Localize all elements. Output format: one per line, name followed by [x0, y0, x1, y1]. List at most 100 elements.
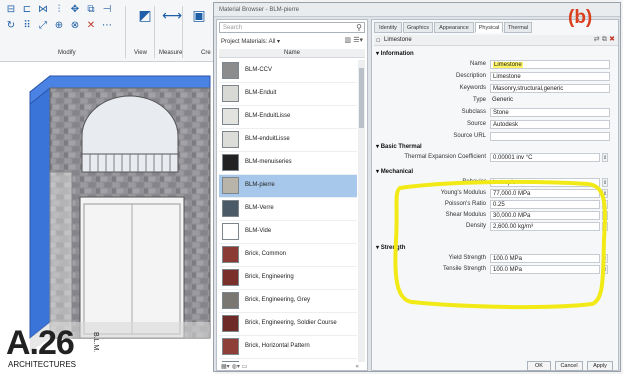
section-heading-text: Basic Thermal: [380, 144, 422, 150]
duplicate-asset-icon[interactable]: ⧉: [602, 35, 607, 43]
property-value: 0.00001 inv °C: [493, 155, 533, 161]
value-stepper-icon[interactable]: ⇕: [602, 200, 608, 209]
material-name: BLM-Vide: [245, 228, 272, 234]
ribbon-panel-modify: Modify: [58, 50, 76, 56]
property-value-field[interactable]: Stone: [490, 108, 610, 117]
material-row[interactable]: BLM-enduitLisse: [219, 129, 357, 152]
create-icon[interactable]: ▣: [192, 9, 206, 23]
measure-icon[interactable]: ⟷: [162, 9, 182, 23]
value-stepper-icon[interactable]: ⇕: [602, 265, 608, 274]
material-row[interactable]: BLM-pierre: [219, 175, 357, 198]
property-value-field[interactable]: 2,600.00 kg/m³: [490, 222, 600, 231]
material-row[interactable]: Brick, Engineering: [219, 267, 357, 290]
rotate-icon[interactable]: ↻: [4, 20, 18, 32]
array-icon[interactable]: ⠿: [20, 20, 34, 32]
property-label: Description: [455, 73, 486, 79]
material-row[interactable]: Brick, Soldier Course: [219, 359, 357, 362]
property-label: Poisson's Ratio: [444, 201, 486, 207]
material-row[interactable]: Brick, Engineering, Soldier Course: [219, 313, 357, 336]
value-stepper-icon[interactable]: ⇕: [602, 153, 608, 162]
material-row[interactable]: BLM-EnduitLisse: [219, 106, 357, 129]
property-value: Masonry,structural,generic: [493, 86, 564, 92]
view-options-icon[interactable]: ▥ ☰▾: [344, 36, 363, 44]
property-value-field[interactable]: 0.25: [490, 200, 600, 209]
material-row[interactable]: BLM-CCV: [219, 60, 357, 83]
section-heading-strength[interactable]: ▾ Strength: [376, 244, 405, 251]
value-stepper-icon[interactable]: ⇕: [602, 189, 608, 198]
material-row[interactable]: Brick, Horizontal Pattern: [219, 336, 357, 359]
material-row[interactable]: Brick, Common: [219, 244, 357, 267]
property-value-field[interactable]: 30,000.0 MPa: [490, 211, 600, 220]
material-row[interactable]: BLM-Enduit: [219, 83, 357, 106]
material-name: BLM-pierre: [245, 182, 275, 188]
copy-icon[interactable]: ⧉: [84, 4, 98, 16]
property-value-field[interactable]: Masonry,structural,generic: [490, 84, 610, 93]
property-value-field[interactable]: Limestone: [490, 72, 610, 81]
material-swatch: [222, 223, 239, 240]
trim-icon[interactable]: ⊣: [100, 4, 114, 16]
property-value-field[interactable]: 100.0 MPa: [490, 265, 600, 274]
property-value-field[interactable]: Isotropic: [490, 178, 600, 187]
move-icon[interactable]: ✥: [68, 4, 82, 16]
split-icon[interactable]: ⫶: [52, 4, 66, 16]
value-stepper-icon[interactable]: ⇕: [602, 211, 608, 220]
value-stepper-icon[interactable]: ⇕: [602, 222, 608, 231]
value-stepper-icon[interactable]: ⇕: [602, 178, 608, 187]
search-input[interactable]: Search ⚲: [219, 22, 365, 33]
tab-physical[interactable]: Physical: [475, 22, 503, 33]
property-label: Keywords: [459, 85, 486, 91]
material-name: BLM-Verre: [245, 205, 274, 211]
material-row[interactable]: BLM-Verre: [219, 198, 357, 221]
library-scroll-thumb[interactable]: [359, 68, 364, 128]
material-swatch: [222, 246, 239, 263]
library-scrollbar[interactable]: [358, 60, 365, 362]
collapse-icon[interactable]: «: [355, 363, 359, 370]
section-heading-mechanical[interactable]: ▾ Mechanical: [376, 168, 413, 175]
array-linear-icon[interactable]: ⋯: [100, 20, 114, 32]
library-tools-icon[interactable]: ▦▾ ◍▾ ▭: [221, 363, 247, 370]
tab-thermal[interactable]: Thermal: [504, 22, 532, 33]
project-materials-filter[interactable]: Project Materials: All ▾: [221, 38, 280, 45]
align-icon[interactable]: ⊟: [4, 4, 18, 16]
material-row[interactable]: Brick, Engineering, Grey: [219, 290, 357, 313]
apply-button[interactable]: Apply: [587, 361, 613, 371]
property-value-field[interactable]: 0.00001 inv °C: [490, 153, 600, 162]
column-header-name[interactable]: Name: [219, 49, 365, 58]
remove-asset-icon[interactable]: ✖: [609, 35, 615, 43]
material-name: BLM-CCV: [245, 67, 273, 73]
delete-icon[interactable]: ✕: [84, 20, 98, 32]
search-icon[interactable]: ⚲: [356, 23, 362, 32]
view-icon[interactable]: ◩: [138, 9, 152, 23]
material-swatch: [222, 154, 239, 171]
property-value-field[interactable]: Limestone: [490, 60, 610, 69]
pin-icon[interactable]: ⊕: [52, 20, 66, 32]
tab-graphics[interactable]: Graphics: [403, 22, 433, 33]
property-label: Tensile Strength: [442, 266, 486, 272]
material-row[interactable]: BLM-menuiseries: [219, 152, 357, 175]
property-label: Source URL: [453, 133, 486, 139]
property-value: 100.0 MPa: [493, 256, 523, 262]
property-label: Source: [466, 121, 486, 127]
unpin-icon[interactable]: ⊗: [68, 20, 82, 32]
mirror-icon[interactable]: ⋈: [36, 4, 50, 16]
ok-button[interactable]: OK: [527, 361, 551, 371]
asset-name: Limestone: [384, 37, 412, 43]
3d-viewport[interactable]: A.26 ARCHITECTURES B.L.M.: [0, 62, 215, 374]
property-value-field[interactable]: 77,000.0 MPa: [490, 189, 600, 198]
property-value-field[interactable]: 100.0 MPa: [490, 254, 600, 263]
tab-identity[interactable]: Identity: [374, 22, 402, 33]
section-heading-basic-thermal[interactable]: ▾ Basic Thermal: [376, 143, 422, 150]
property-value-field[interactable]: Autodesk: [490, 120, 610, 129]
scale-icon[interactable]: ⤢: [36, 20, 50, 32]
material-list: BLM-CCV BLM-Enduit BLM-EnduitLisse BLM-endu…: [219, 60, 357, 362]
material-row[interactable]: BLM-Vide: [219, 221, 357, 244]
cancel-button[interactable]: Cancel: [555, 361, 583, 371]
material-swatch: [222, 315, 239, 332]
tab-appearance[interactable]: Appearance: [434, 22, 474, 33]
property-value-field[interactable]: [490, 132, 610, 141]
section-heading-information[interactable]: ▾ Information: [376, 50, 414, 57]
offset-icon[interactable]: ⊏: [20, 4, 34, 16]
property-label: Behavior: [462, 179, 486, 185]
value-stepper-icon[interactable]: ⇕: [602, 254, 608, 263]
replace-asset-icon[interactable]: ⇄: [594, 35, 600, 43]
